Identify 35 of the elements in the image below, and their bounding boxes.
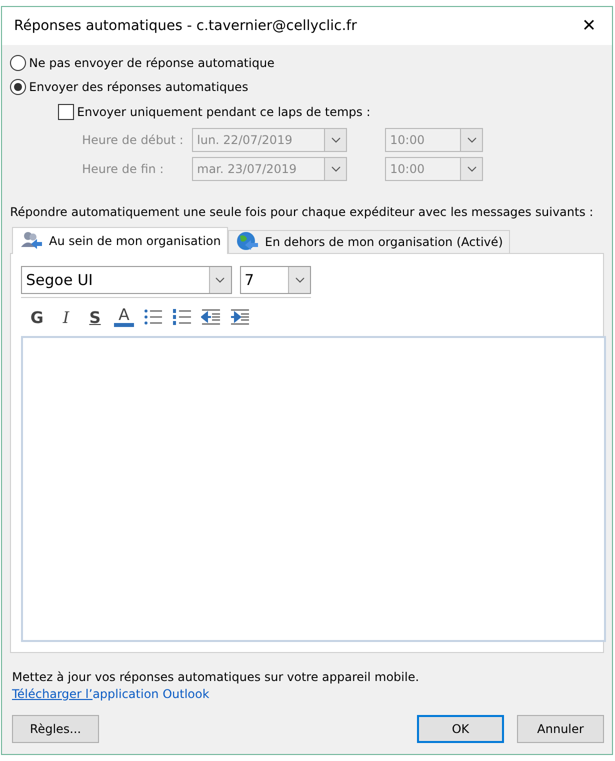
tab[interactable]: En dehors de mon organisation (Activé) — [228, 230, 510, 253]
increase-indent-icon[interactable] — [230, 308, 250, 326]
close-button[interactable]: ✕ — [566, 7, 612, 45]
cancel-button[interactable]: Annuler — [517, 715, 604, 743]
chevron-down-icon — [466, 136, 476, 142]
download-link[interactable]: application Outlook — [92, 687, 210, 701]
decrease-indent-icon[interactable] — [201, 308, 221, 326]
chevron-down-icon — [466, 166, 476, 172]
chevron-down-icon — [330, 136, 340, 142]
download-link[interactable]: Télécharger l’ — [12, 687, 93, 701]
globe-icon — [234, 231, 259, 253]
radio-button[interactable] — [10, 55, 26, 71]
tab[interactable]: Au sein de mon organisation — [12, 227, 228, 254]
rules-button[interactable]: Règles... — [12, 715, 99, 743]
ok-button[interactable]: OK — [417, 715, 504, 743]
font-size-dropdown[interactable]: 7 — [240, 266, 311, 294]
chevron-down-icon — [215, 277, 225, 283]
chevron-down-icon — [330, 166, 340, 172]
underline-button[interactable]: S — [85, 308, 105, 326]
bullet-list-icon[interactable] — [143, 308, 163, 326]
people-icon — [19, 230, 43, 252]
window-title: Réponses automatiques - c.tavernier@cellyclic.fr — [14, 18, 358, 34]
mobile-note: Mettez à jour vos réponses automatiques sur votre appareil mobile. Télécharger l’application Outlook — [12, 669, 420, 703]
radio-option[interactable]: Envoyer des réponses automatiques — [10, 75, 604, 99]
font-color-button[interactable]: A — [114, 307, 134, 327]
field-label: Heure de début : — [82, 132, 184, 146]
numbered-list-icon[interactable] — [172, 308, 192, 326]
field-label: Heure de fin : — [82, 162, 165, 176]
font-dropdown[interactable]: Segoe UI — [21, 266, 232, 294]
bold-button[interactable]: G — [27, 308, 47, 326]
instruction-text: Répondre automatiquement une seule fois pour chaque expéditeur avec les messages suivants : — [10, 205, 594, 219]
radio-option[interactable]: Ne pas envoyer de réponse automatique — [10, 51, 604, 75]
radio-button[interactable] — [10, 79, 26, 95]
italic-button[interactable]: I — [56, 308, 76, 326]
chevron-down-icon — [294, 277, 304, 283]
